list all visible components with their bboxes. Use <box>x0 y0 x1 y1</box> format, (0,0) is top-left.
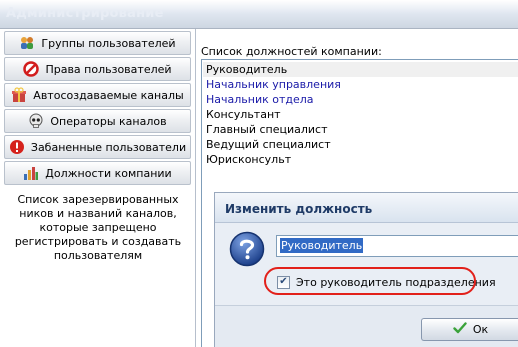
list-item[interactable]: Начальник отдела <box>206 92 314 107</box>
ok-button-label: Ок <box>472 323 489 336</box>
sidebar-item-banned-users[interactable]: Забаненные пользователи <box>4 135 191 159</box>
checkmark-icon <box>453 322 467 337</box>
sidebar-item-label: Операторы каналов <box>50 114 167 128</box>
warning-icon <box>9 139 25 155</box>
users-group-icon <box>19 35 35 51</box>
sidebar-item-user-groups[interactable]: Группы пользователей <box>4 31 191 55</box>
ok-button[interactable]: Ок <box>421 318 518 341</box>
position-name-value: Руководитель <box>280 238 364 253</box>
list-item[interactable]: Консультант <box>206 107 281 122</box>
gift-box-icon <box>11 87 27 103</box>
skull-icon <box>28 113 44 129</box>
sidebar-item-auto-channels[interactable]: Автосоздаваемые каналы <box>4 83 191 107</box>
sidebar-item-user-rights[interactable]: Права пользователей <box>4 57 191 81</box>
forbidden-icon <box>23 61 40 77</box>
window-title: Администрирование <box>6 6 164 21</box>
dialog-footer: Ок <box>215 305 518 347</box>
position-name-input[interactable]: Руководитель <box>276 235 518 257</box>
dialog-title: Изменить должность <box>225 202 373 216</box>
list-item[interactable]: Ведущий специалист <box>206 137 331 152</box>
positions-list-label: Список должностей компании: <box>201 45 382 58</box>
list-item[interactable]: Начальник управления <box>206 77 341 92</box>
dialog-header: Изменить должность <box>215 193 518 223</box>
sidebar-item-label: Забаненные пользователи <box>30 140 187 154</box>
sidebar-item-label: Группы пользователей <box>41 36 176 50</box>
list-item[interactable]: Юрисконсульт <box>206 152 291 167</box>
department-head-checkbox-label: Это руководитель подразделения <box>296 275 496 289</box>
sidebar-item-company-positions[interactable]: Должности компании <box>4 161 191 185</box>
window-titlebar: Администрирование <box>0 0 518 29</box>
sidebar: Группы пользователей Права пользователей… <box>0 29 196 347</box>
question-icon <box>229 231 265 267</box>
sidebar-item-label: Права пользователей <box>45 62 172 76</box>
department-head-checkbox[interactable]: ✔ <box>277 275 290 289</box>
edit-position-dialog: Изменить должность Руководитель ✔ Это ру… <box>214 192 518 347</box>
list-item[interactable]: Руководитель <box>206 62 287 77</box>
sidebar-item-label: Автосоздаваемые каналы <box>33 88 184 102</box>
sidebar-item-label: Должности компании <box>45 166 172 180</box>
department-head-checkbox-row[interactable]: ✔ Это руководитель подразделения <box>277 272 496 292</box>
sidebar-description: Список зарезервированных ников и названи… <box>14 193 182 262</box>
list-item[interactable]: Главный специалист <box>206 122 328 137</box>
bar-chart-icon <box>23 165 39 181</box>
sidebar-item-channel-operators[interactable]: Операторы каналов <box>4 109 191 133</box>
